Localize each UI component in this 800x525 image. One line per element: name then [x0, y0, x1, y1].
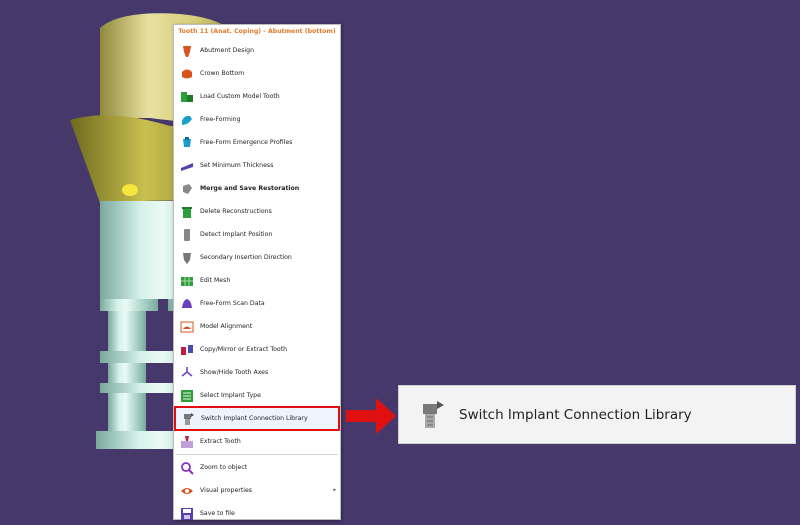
merge-save-icon — [180, 182, 194, 196]
menu-item-label: Show/Hide Tooth Axes — [200, 369, 269, 376]
menu-item-delete-reconstructions[interactable]: Delete Reconstructions — [174, 200, 340, 223]
crown-bottom-icon — [180, 67, 194, 81]
menu-item-switch-implant-connection-library[interactable]: Switch Implant Connection Library — [174, 406, 340, 431]
menu-item-copy-mirror-or-extract-tooth[interactable]: Copy/Mirror or Extract Tooth — [174, 338, 340, 361]
model-alignment-icon — [180, 320, 194, 334]
menu-item-label: Save to file — [200, 510, 235, 517]
implant-connection-icon — [423, 400, 444, 428]
menu-item-label: Switch Implant Connection Library — [201, 415, 308, 422]
menu-item-merge-and-save-restoration[interactable]: Merge and Save Restoration — [174, 177, 340, 200]
implant-connection-icon — [181, 412, 195, 426]
implant-detect-icon — [180, 228, 194, 242]
menu-item-model-alignment[interactable]: Model Alignment — [174, 315, 340, 338]
extract-tooth-icon — [180, 435, 194, 449]
menu-item-label: Secondary Insertion Direction — [200, 254, 292, 261]
menu-item-load-custom-model-tooth[interactable]: Load Custom Model Tooth — [174, 85, 340, 108]
menu-item-edit-mesh[interactable]: Edit Mesh — [174, 269, 340, 292]
menu-item-crown-bottom[interactable]: Crown Bottom — [174, 62, 340, 85]
emergence-profile-icon — [180, 136, 194, 150]
menu-item-label: Free-Form Emergence Profiles — [200, 139, 293, 146]
menu-item-label: Detect Implant Position — [200, 231, 273, 238]
eye-icon — [180, 484, 194, 498]
edit-mesh-icon — [180, 274, 194, 288]
menu-item-extract-tooth[interactable]: Extract Tooth — [174, 430, 340, 453]
menu-title: Tooth 11 (Anat. Coping) - Abutment (bott… — [178, 28, 336, 35]
free-forming-icon — [180, 113, 194, 127]
menu-separator — [176, 454, 338, 455]
menu-item-save-to-file[interactable]: Save to file — [174, 502, 340, 525]
menu-item-zoom-to-object[interactable]: Zoom to object — [174, 456, 340, 479]
menu-item-visual-properties[interactable]: Visual properties ▸ — [174, 479, 340, 502]
menu-item-label: Set Minimum Thickness — [200, 162, 274, 169]
menu-item-label: Free-Forming — [200, 116, 241, 123]
menu-item-show-hide-tooth-axes[interactable]: Show/Hide Tooth Axes — [174, 361, 340, 384]
copy-mirror-icon — [180, 343, 194, 357]
context-menu: Tooth 11 (Anat. Coping) - Abutment (bott… — [173, 24, 341, 520]
min-thickness-icon — [180, 159, 194, 173]
menu-item-abutment-design[interactable]: Abutment Design — [174, 39, 340, 62]
tooth-axes-icon — [180, 366, 194, 380]
zoomed-callout: Switch Implant Connection Library — [398, 385, 796, 444]
chevron-right-icon: ▸ — [333, 487, 336, 493]
menu-item-free-forming[interactable]: Free-Forming — [174, 108, 340, 131]
menu-item-label: Model Alignment — [200, 323, 253, 330]
abutment-design-icon — [180, 44, 194, 58]
menu-item-label: Merge and Save Restoration — [200, 185, 300, 192]
menu-item-label: Extract Tooth — [200, 438, 241, 445]
trash-icon — [180, 205, 194, 219]
callout-label: Switch Implant Connection Library — [459, 406, 692, 423]
insertion-direction-icon — [180, 251, 194, 265]
implant-type-icon — [180, 389, 194, 403]
menu-item-detect-implant-position[interactable]: Detect Implant Position — [174, 223, 340, 246]
zoom-icon — [180, 461, 194, 475]
menu-item-label: Copy/Mirror or Extract Tooth — [200, 346, 288, 353]
scan-data-icon — [180, 297, 194, 311]
load-custom-tooth-icon — [180, 90, 194, 104]
menu-item-label: Delete Reconstructions — [200, 208, 272, 215]
menu-item-select-implant-type[interactable]: Select Implant Type — [174, 384, 340, 407]
callout-arrow-icon — [346, 398, 396, 434]
menu-item-free-form-emergence-profiles[interactable]: Free-Form Emergence Profiles — [174, 131, 340, 154]
menu-item-label: Load Custom Model Tooth — [200, 93, 280, 100]
menu-item-free-form-scan-data[interactable]: Free-Form Scan Data — [174, 292, 340, 315]
menu-item-secondary-insertion-direction[interactable]: Secondary Insertion Direction — [174, 246, 340, 269]
menu-item-label: Visual properties — [200, 487, 253, 494]
menu-item-set-minimum-thickness[interactable]: Set Minimum Thickness — [174, 154, 340, 177]
menu-item-label: Zoom to object — [200, 464, 248, 471]
menu-item-label: Abutment Design — [200, 47, 255, 54]
menu-item-label: Select Implant Type — [200, 392, 261, 399]
menu-item-label: Crown Bottom — [200, 70, 245, 77]
menu-item-label: Edit Mesh — [200, 277, 231, 284]
menu-item-label: Free-Form Scan Data — [200, 300, 265, 307]
save-icon — [180, 507, 194, 521]
